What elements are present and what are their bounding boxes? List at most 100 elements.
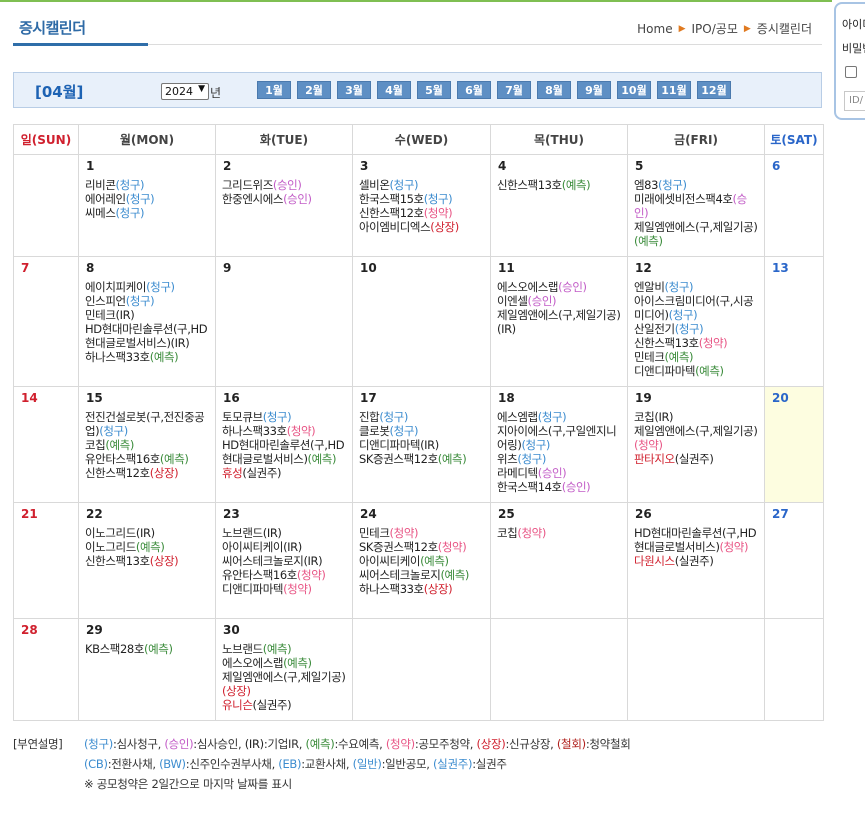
event-company-name[interactable]: 셀비온 [359,178,390,192]
event-company-name[interactable]: 하나스팩33호 [359,582,424,596]
event-company-name[interactable]: 아이씨티케이 [359,554,420,568]
event-company-name[interactable]: 인스피언 [85,294,126,308]
calendar-event[interactable]: 클로봇(청구) [359,424,485,438]
month-button-7[interactable]: 7월 [497,81,531,99]
calendar-event[interactable]: 하나스팩33호(상장) [359,582,485,596]
calendar-event[interactable]: 유안타스팩16호(예측) [85,452,210,466]
month-button-6[interactable]: 6월 [457,81,491,99]
calendar-event[interactable]: 민테크(청약) [359,526,485,540]
month-button-3[interactable]: 3월 [337,81,371,99]
year-select[interactable]: 2024 ▼ [161,83,209,100]
event-company-name[interactable]: 제일엠앤에스(구,제일기공) [634,424,758,438]
event-company-name[interactable]: 판타지오 [634,452,675,466]
calendar-event[interactable]: 진합(청구) [359,410,485,424]
event-company-name[interactable]: 이노그리드 [85,540,136,554]
calendar-event[interactable]: 이엔셀(승인) [497,294,622,308]
calendar-event[interactable]: 씨어스테크놀로지(예측) [359,568,485,582]
event-company-name[interactable]: 제일엠앤에스(구,제일기공) [497,308,621,322]
event-company-name[interactable]: 그리드위즈 [222,178,273,192]
calendar-event[interactable]: 신한스팩12호(청약) [359,206,485,220]
event-company-name[interactable]: 코칩 [634,410,655,424]
event-company-name[interactable]: 한국스팩15호 [359,192,424,206]
calendar-event[interactable]: 리비콘(청구) [85,178,210,192]
event-company-name[interactable]: 씨메스 [85,206,116,220]
event-company-name[interactable]: 민테크 [634,350,665,364]
calendar-event[interactable]: HD현대마린솔루션(구,HD현대글로벌서비스)(IR) [85,322,210,350]
event-company-name[interactable]: 코칩 [85,438,106,452]
calendar-event[interactable]: 하나스팩33호(예측) [85,350,210,364]
event-company-name[interactable]: 신한스팩13호 [85,554,150,568]
calendar-event[interactable]: 아이스크림미디어(구,시공미디어)(청구) [634,294,759,322]
calendar-event[interactable]: 민테크(예측) [634,350,759,364]
calendar-event[interactable]: 디앤디파마텍(청약) [222,582,347,596]
breadcrumb-ipo[interactable]: IPO/공모 [692,20,738,37]
calendar-event[interactable]: 코칩(청약) [497,526,622,540]
calendar-event[interactable]: 에어레인(청구) [85,192,210,206]
calendar-event[interactable]: 위츠(청구) [497,452,622,466]
calendar-event[interactable]: SK증권스팩12호(예측) [359,452,485,466]
calendar-event[interactable]: 토모큐브(청구) [222,410,347,424]
calendar-event[interactable]: 이노그리드(예측) [85,540,210,554]
calendar-event[interactable]: 코칩(예측) [85,438,210,452]
calendar-event[interactable]: 산일전기(청구) [634,322,759,336]
month-button-2[interactable]: 2월 [297,81,331,99]
calendar-event[interactable]: 인스피언(청구) [85,294,210,308]
calendar-event[interactable]: 씨메스(청구) [85,206,210,220]
event-company-name[interactable]: 디앤디파마텍 [359,438,420,452]
calendar-event[interactable]: 에스오에스랩(예측) [222,656,347,670]
event-company-name[interactable]: 신한스팩13호 [497,178,562,192]
calendar-event[interactable]: 지아이에스(구,구일엔지니어링)(청구) [497,424,622,452]
event-company-name[interactable]: 진합 [359,410,380,424]
event-company-name[interactable]: 에스엠랩 [497,410,538,424]
month-button-10[interactable]: 10월 [617,81,651,99]
calendar-event[interactable]: 제일엠앤에스(구,제일기공)(예측) [634,220,759,248]
month-button-4[interactable]: 4월 [377,81,411,99]
calendar-event[interactable]: 씨어스테크놀로지(IR) [222,554,347,568]
event-company-name[interactable]: 이노그리드 [85,526,136,540]
event-company-name[interactable]: 제일엠앤에스(구,제일기공) [634,220,758,234]
calendar-event[interactable]: 판타지오(실권주) [634,452,759,466]
calendar-event[interactable]: 에스엠랩(청구) [497,410,622,424]
month-button-1[interactable]: 1월 [257,81,291,99]
event-company-name[interactable]: 유안타스팩16호 [85,452,160,466]
event-company-name[interactable]: 유니슨 [222,698,253,712]
event-company-name[interactable]: 아이씨티케이 [222,540,283,554]
event-company-name[interactable]: 리비콘 [85,178,116,192]
event-company-name[interactable]: 디앤디파마텍 [634,364,695,378]
event-company-name[interactable]: 아이엠비디엑스 [359,220,431,234]
month-button-11[interactable]: 11월 [657,81,691,99]
calendar-event[interactable]: 신한스팩13호(상장) [85,554,210,568]
event-company-name[interactable]: 노브랜드 [222,526,263,540]
calendar-event[interactable]: 노브랜드(예측) [222,642,347,656]
calendar-event[interactable]: 한국스팩14호(승인) [497,480,622,494]
event-company-name[interactable]: 씨어스테크놀로지 [222,554,304,568]
event-company-name[interactable]: 한중엔시에스 [222,192,283,206]
month-button-8[interactable]: 8월 [537,81,571,99]
calendar-event[interactable]: 에이치피케이(청구) [85,280,210,294]
event-company-name[interactable]: 씨어스테크놀로지 [359,568,441,582]
event-company-name[interactable]: 엠83 [634,178,658,192]
event-company-name[interactable]: SK증권스팩12호 [359,452,438,466]
calendar-event[interactable]: 유안타스팩16호(청약) [222,568,347,582]
event-company-name[interactable]: 유안타스팩16호 [222,568,297,582]
event-company-name[interactable]: 에어레인 [85,192,126,206]
event-company-name[interactable]: 클로봇 [359,424,390,438]
event-company-name[interactable]: 신한스팩12호 [359,206,424,220]
event-company-name[interactable]: 민테크 [85,308,116,322]
event-company-name[interactable]: 노브랜드 [222,642,263,656]
event-company-name[interactable]: 이엔셀 [497,294,528,308]
event-company-name[interactable]: 위츠 [497,452,518,466]
calendar-event[interactable]: 노브랜드(IR) [222,526,347,540]
calendar-event[interactable]: 이노그리드(IR) [85,526,210,540]
calendar-event[interactable]: 아이씨티케이(예측) [359,554,485,568]
event-company-name[interactable]: 신한스팩13호 [634,336,699,350]
calendar-event[interactable]: 엔알비(청구) [634,280,759,294]
month-button-9[interactable]: 9월 [577,81,611,99]
month-button-12[interactable]: 12월 [697,81,731,99]
event-company-name[interactable]: 하나스팩33호 [222,424,287,438]
calendar-event[interactable]: 제일엠앤에스(구,제일기공)(상장) [222,670,347,698]
month-button-5[interactable]: 5월 [417,81,451,99]
calendar-event[interactable]: 그리드위즈(승인) [222,178,347,192]
event-company-name[interactable]: 미래에셋비전스팩4호 [634,192,733,206]
event-company-name[interactable]: 에스오에스랩 [497,280,558,294]
